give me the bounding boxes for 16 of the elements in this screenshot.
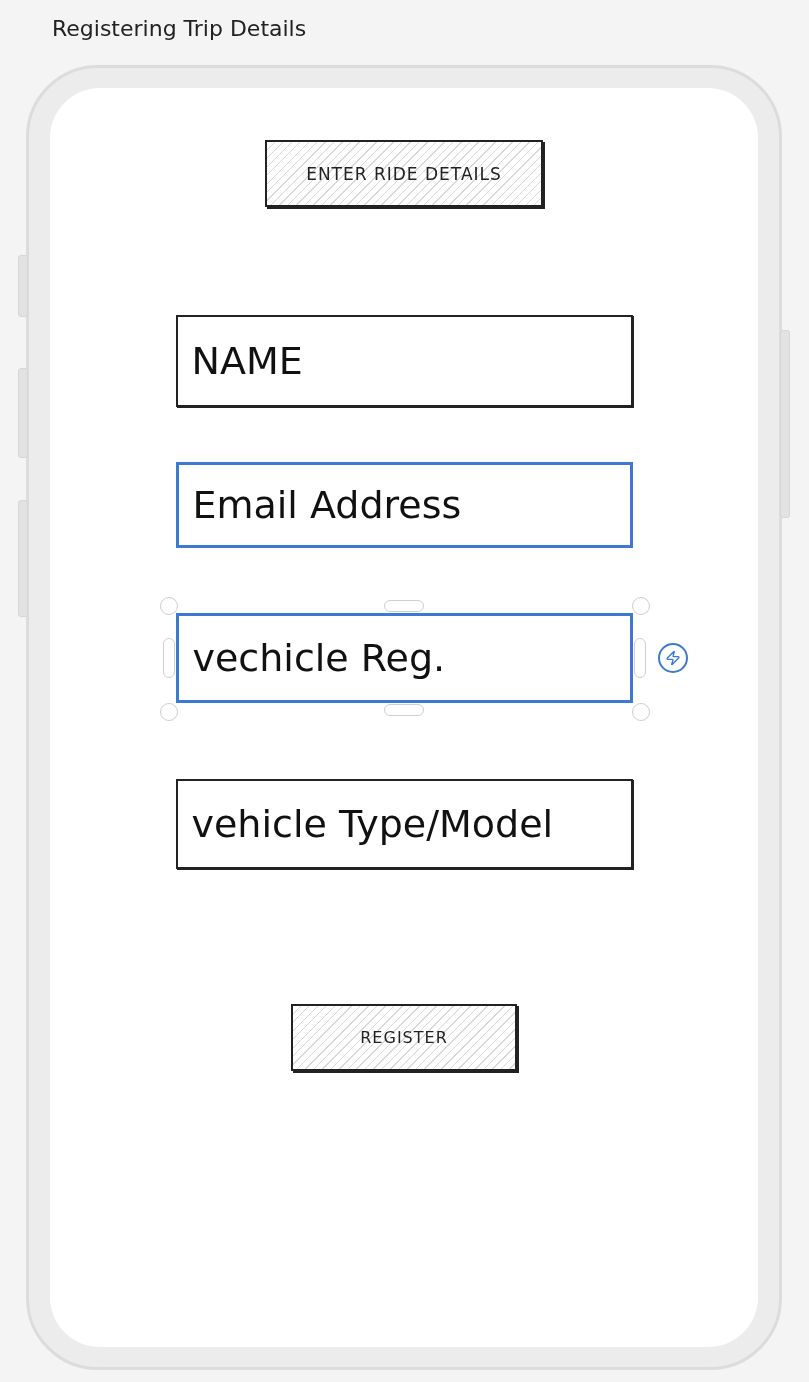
input-field[interactable]: vehicle Type/Model — [175, 779, 633, 869]
input-field[interactable]: vechicle Reg. — [175, 613, 633, 703]
input-field[interactable]: NAME — [175, 315, 633, 407]
resize-handle[interactable] — [383, 600, 424, 612]
resize-handle[interactable] — [162, 638, 175, 678]
heading-label: ENTER RIDE DETAILS — [265, 140, 543, 207]
resize-handle[interactable] — [633, 638, 646, 678]
lightning-icon[interactable] — [657, 643, 688, 673]
input-field[interactable]: Email Address — [175, 462, 633, 548]
resize-handle[interactable] — [631, 703, 650, 721]
resize-handle[interactable] — [159, 597, 178, 615]
page-title: Registering Trip Details — [51, 15, 308, 43]
resize-handle[interactable] — [383, 704, 424, 716]
resize-handle[interactable] — [159, 703, 178, 721]
resize-handle[interactable] — [631, 597, 650, 615]
register-button[interactable]: REGISTER — [291, 1004, 517, 1071]
